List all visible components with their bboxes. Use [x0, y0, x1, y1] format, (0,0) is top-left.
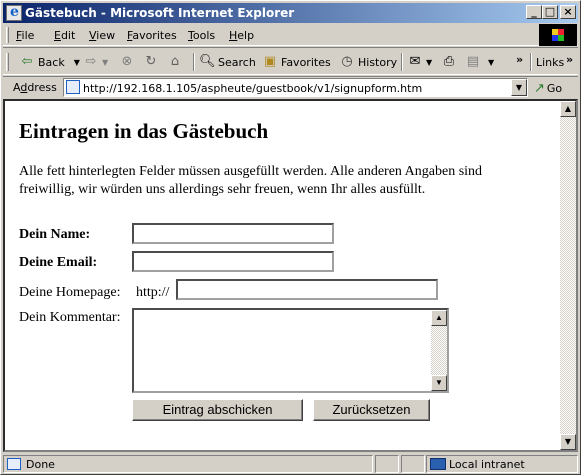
status-bar: Done Local intranet — [3, 454, 578, 473]
forward-dropdown-icon[interactable]: ▼ — [102, 58, 108, 67]
forward-button[interactable]: ⇨ ▼ — [83, 52, 109, 72]
forward-arrow-icon: ⇨ — [85, 54, 97, 69]
name-input[interactable] — [132, 223, 334, 244]
favorites-folder-icon: ▣ — [263, 54, 277, 69]
homepage-label: Deine Homepage: — [19, 285, 121, 300]
address-url: http://192.168.1.105/aspheute/guestbook/… — [83, 82, 423, 95]
favorites-button[interactable]: ▣ Favorites — [262, 52, 331, 72]
toolbar-separator — [193, 53, 195, 71]
intranet-zone-icon — [430, 458, 446, 470]
minimize-button[interactable]: _ — [526, 5, 542, 19]
printer-icon: ⎙ — [443, 54, 455, 69]
mail-icon: ✉ — [409, 54, 421, 69]
menu-edit[interactable]: Edit — [54, 29, 75, 42]
toolbar-separator — [530, 53, 532, 71]
window-title: Gästebuch - Microsoft Internet Explorer — [25, 6, 295, 20]
page-content: Eintragen in das Gästebuch Alle fett hin… — [19, 119, 559, 421]
print-button[interactable]: ⎙ — [441, 52, 457, 72]
edit-button[interactable]: ▤ ▼ — [465, 52, 494, 72]
mail-button[interactable]: ✉ ▼ — [407, 52, 433, 72]
links-button[interactable]: Links — [536, 52, 564, 72]
go-arrow-icon: ↗ — [534, 80, 545, 96]
page-heading: Eintragen in das Gästebuch — [19, 119, 269, 143]
homepage-input[interactable] — [176, 279, 438, 300]
home-icon: ⌂ — [170, 54, 180, 69]
browser-window: Gästebuch - Microsoft Internet Explorer … — [0, 0, 581, 475]
comment-scrollbar[interactable]: ▲ ▼ — [431, 310, 447, 391]
zone-text: Local intranet — [449, 458, 525, 471]
comment-scroll-down-button[interactable]: ▼ — [431, 375, 447, 391]
history-button[interactable]: ◷ History — [339, 52, 397, 72]
close-button[interactable]: × — [560, 5, 576, 19]
email-label: Deine Email: — [19, 255, 98, 270]
submit-button[interactable]: Eintrag abschicken — [132, 399, 303, 421]
menu-favorites[interactable]: Favorites — [127, 29, 177, 42]
menu-file[interactable]: File — [16, 29, 34, 42]
reset-button[interactable]: Zurücksetzen — [313, 399, 430, 421]
maximize-button[interactable]: □ — [542, 5, 558, 19]
menu-view[interactable]: View — [89, 29, 115, 42]
toolbar-separator — [401, 53, 403, 71]
windows-logo-throbber — [539, 24, 577, 46]
menu-tools[interactable]: Tools — [188, 29, 215, 42]
status-main-pane: Done — [3, 455, 373, 473]
address-dropdown-button[interactable]: ▼ — [511, 79, 527, 96]
comment-scroll-up-button[interactable]: ▲ — [431, 310, 447, 326]
back-dropdown-icon[interactable]: ▼ — [74, 58, 80, 67]
edit-page-icon: ▤ — [466, 54, 480, 69]
standard-toolbar: ⇦ Back ▼ ⇨ ▼ ⊗ ↻ ⌂ 🔍︎ Search ▣ Favorites… — [3, 47, 578, 75]
intro-text: Alle fett hinterlegten Felder müssen aus… — [19, 164, 483, 197]
page-scroll-down-button[interactable]: ▼ — [560, 434, 576, 450]
refresh-button[interactable]: ↻ — [143, 52, 159, 72]
status-pane — [401, 455, 425, 473]
history-icon: ◷ — [341, 54, 353, 69]
go-button[interactable]: ↗ Go — [534, 79, 562, 97]
edit-dropdown-icon[interactable]: ▼ — [488, 58, 494, 67]
status-pane — [375, 455, 399, 473]
status-text: Done — [26, 458, 55, 471]
back-arrow-icon: ⇦ — [21, 54, 33, 69]
security-zone-pane: Local intranet — [426, 455, 578, 473]
page-scroll-up-button[interactable]: ▲ — [560, 101, 576, 117]
page-scrollbar[interactable]: ▲ ▼ — [560, 101, 576, 450]
links-overflow-chevron[interactable]: » — [566, 53, 573, 66]
page-viewport: Eintragen in das Gästebuch Alle fett hin… — [3, 99, 578, 452]
home-button[interactable]: ⌂ — [167, 52, 183, 72]
toolbar-overflow-chevron[interactable]: » — [516, 53, 523, 66]
menu-grip[interactable] — [6, 27, 9, 43]
toolbar-grip[interactable] — [6, 53, 9, 71]
mail-dropdown-icon[interactable]: ▼ — [426, 58, 432, 67]
email-input[interactable] — [132, 251, 334, 272]
menu-bar: File Edit View Favorites Tools Help — [3, 24, 578, 46]
address-label: Address — [13, 81, 57, 94]
homepage-prefix: http:// — [136, 285, 170, 300]
comment-label: Dein Kommentar: — [19, 310, 121, 325]
address-input[interactable]: http://192.168.1.105/aspheute/guestbook/… — [63, 78, 528, 97]
name-label: Dein Name: — [19, 227, 91, 242]
search-button[interactable]: 🔍︎ Search — [199, 52, 256, 72]
ie-app-icon[interactable] — [6, 4, 22, 21]
page-icon — [66, 80, 80, 94]
address-bar: Address http://192.168.1.105/aspheute/gu… — [3, 76, 578, 98]
title-bar: Gästebuch - Microsoft Internet Explorer … — [3, 3, 578, 23]
stop-icon: ⊗ — [121, 54, 133, 69]
menu-help[interactable]: Help — [229, 29, 254, 42]
stop-button[interactable]: ⊗ — [119, 52, 135, 72]
page-done-icon — [7, 458, 21, 470]
refresh-icon: ↻ — [145, 54, 157, 69]
search-icon: 🔍︎ — [199, 54, 216, 69]
comment-textarea[interactable]: ▲ ▼ — [132, 308, 449, 393]
back-button[interactable]: ⇦ Back ▼ — [19, 52, 80, 72]
